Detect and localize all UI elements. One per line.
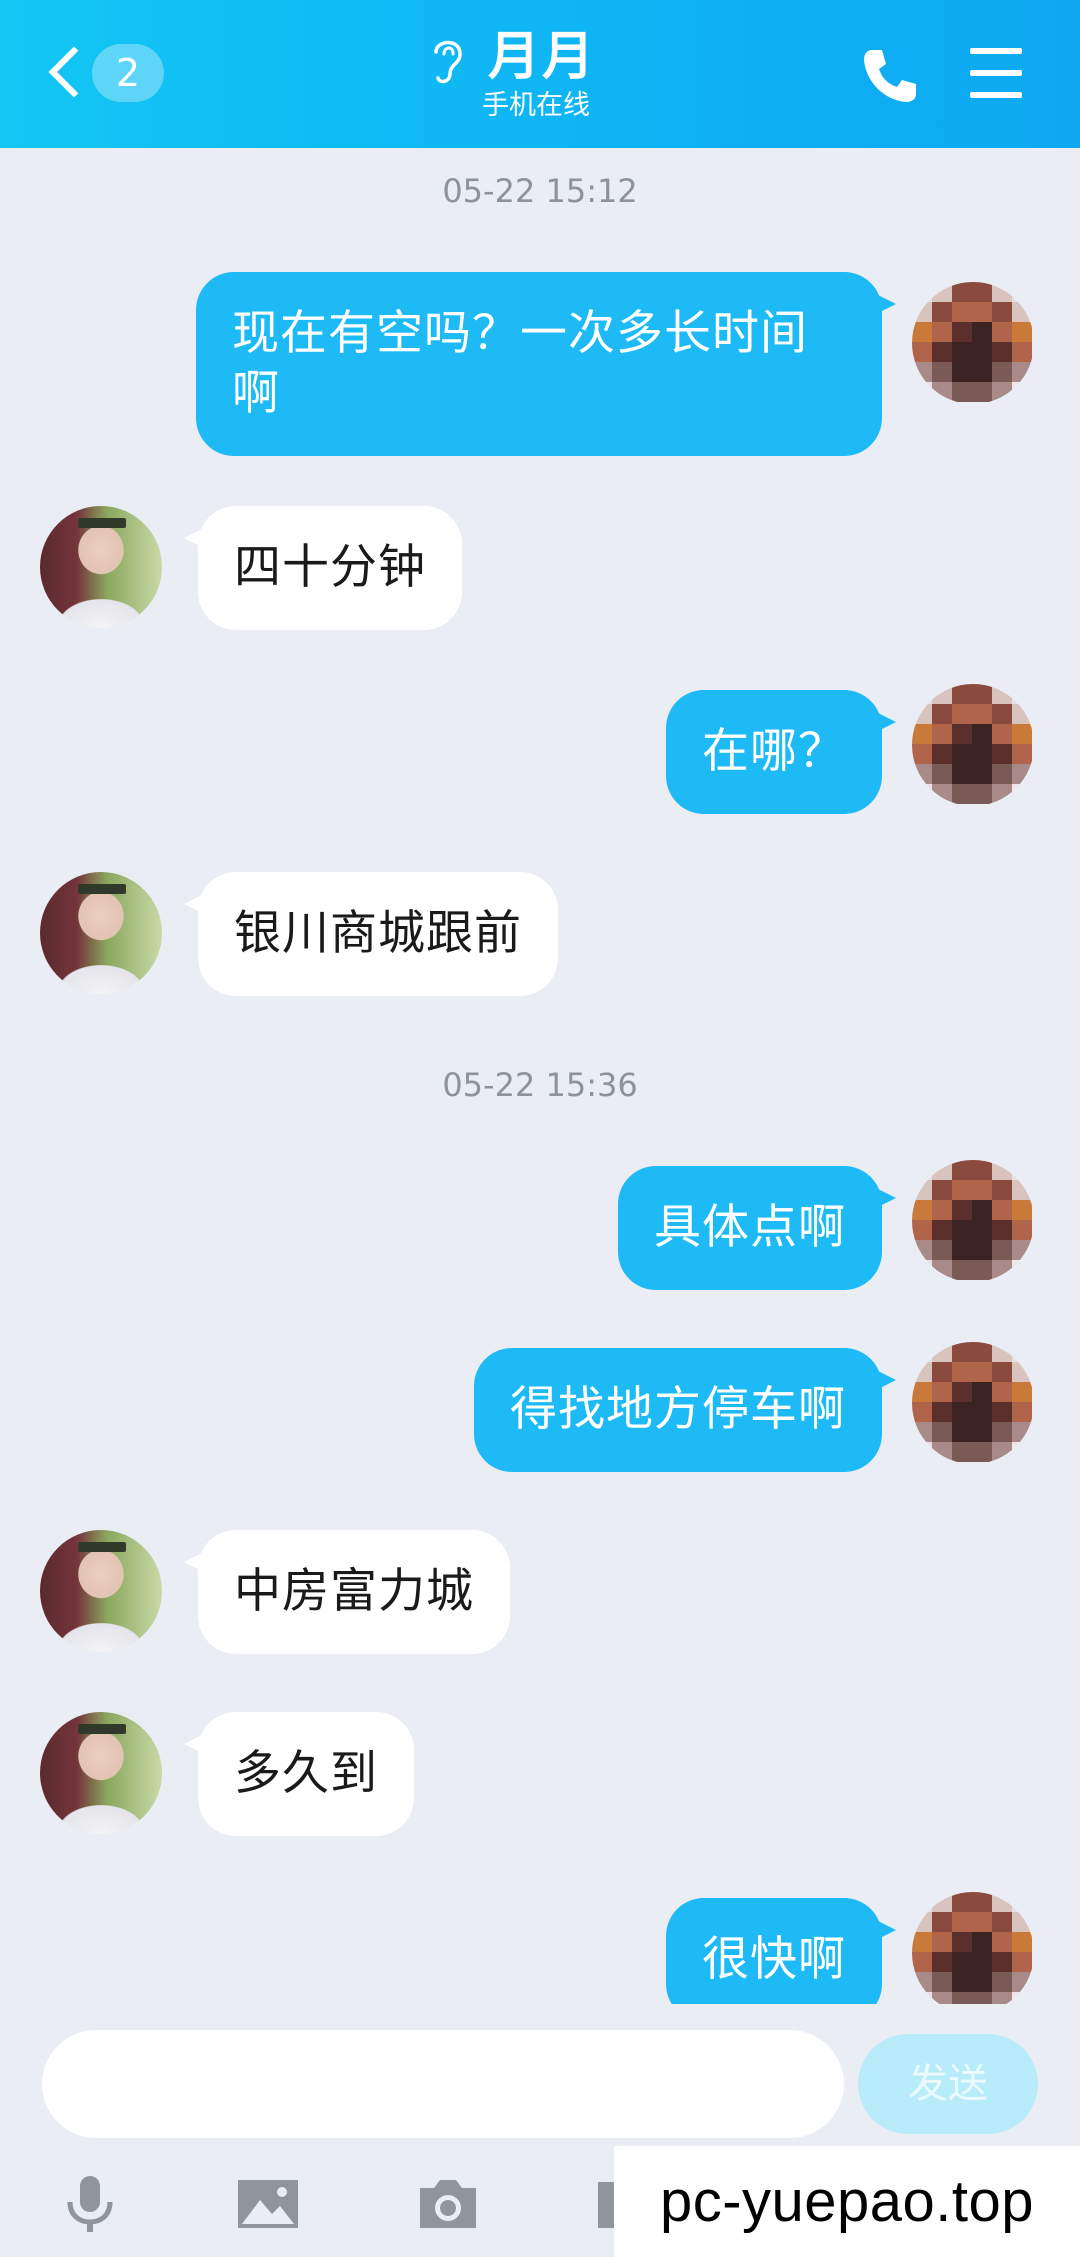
sent-message-bubble[interactable]: 很快啊 (666, 1898, 896, 2004)
sent-message-bubble[interactable]: 具体点啊 (618, 1166, 896, 1290)
send-button[interactable]: 发送 (858, 2034, 1038, 2134)
received-message-bubble[interactable]: 多久到 (184, 1712, 414, 1836)
self-avatar[interactable] (912, 684, 1034, 806)
contact-status: 手机在线 (482, 90, 590, 121)
phone-call-button[interactable] (858, 44, 922, 108)
self-avatar[interactable] (912, 1342, 1034, 1464)
received-message-bubble[interactable]: 四十分钟 (184, 506, 462, 630)
image-icon[interactable] (236, 2172, 300, 2236)
camera-icon[interactable] (416, 2172, 480, 2236)
timestamp: 05-22 15:36 (442, 1066, 638, 1104)
message-list[interactable]: 05-22 15:12 现在有空吗？一次多长时间啊 四十分钟 在哪？ 银川商城跟… (0, 148, 1080, 2004)
sent-message-bubble[interactable]: 得找地方停车啊 (474, 1348, 896, 1472)
contact-avatar[interactable] (40, 872, 162, 994)
menu-line (970, 92, 1022, 98)
unread-count-badge: 2 (92, 44, 164, 102)
received-message-bubble[interactable]: 银川商城跟前 (184, 872, 558, 996)
watermark-text: pc-yuepao.top (614, 2146, 1080, 2257)
menu-line (970, 70, 1022, 76)
contact-avatar[interactable] (40, 1712, 162, 1834)
menu-button[interactable] (966, 46, 1026, 102)
chat-header: 2 月月 手机在线 (0, 0, 1080, 148)
sent-message-bubble[interactable]: 现在有空吗？一次多长时间啊 (196, 272, 896, 456)
self-avatar[interactable] (912, 1160, 1034, 1282)
sent-message-bubble[interactable]: 在哪？ (666, 690, 896, 814)
self-avatar[interactable] (912, 1892, 1034, 2004)
back-button[interactable]: 2 (44, 40, 174, 110)
contact-name[interactable]: 月月 (488, 22, 596, 92)
timestamp: 05-22 15:12 (442, 172, 638, 210)
microphone-icon[interactable] (58, 2172, 122, 2236)
message-input[interactable] (42, 2030, 844, 2138)
received-message-bubble[interactable]: 中房富力城 (184, 1530, 510, 1654)
menu-line (970, 48, 1022, 54)
contact-avatar[interactable] (40, 506, 162, 628)
self-avatar[interactable] (912, 282, 1034, 404)
ear-icon[interactable] (428, 34, 468, 86)
contact-avatar[interactable] (40, 1530, 162, 1652)
